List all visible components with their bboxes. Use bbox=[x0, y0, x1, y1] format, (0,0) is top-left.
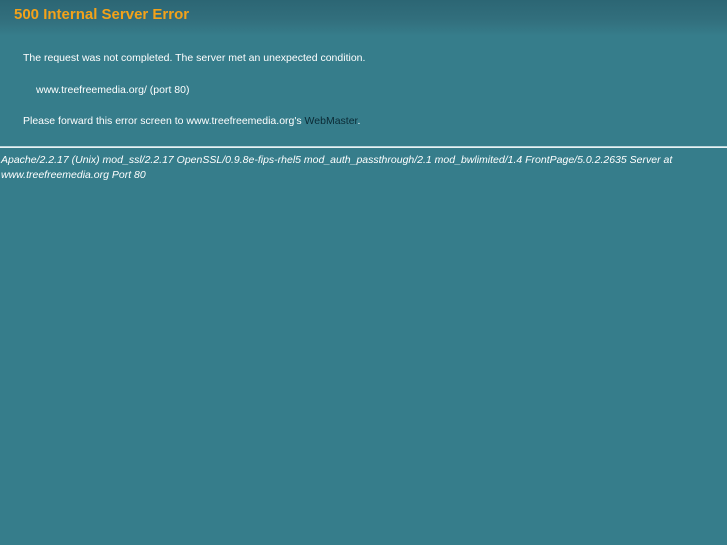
forward-instructions: Please forward this error screen to www.… bbox=[23, 115, 360, 127]
server-signature: Apache/2.2.17 (Unix) mod_ssl/2.2.17 Open… bbox=[1, 154, 673, 181]
forward-instructions-suffix: . bbox=[357, 115, 361, 127]
error-description: The request was not completed. The serve… bbox=[23, 52, 366, 64]
forward-instructions-prefix: Please forward this error screen to www.… bbox=[23, 115, 305, 127]
requested-url: www.treefreemedia.org/ (port 80) bbox=[36, 84, 190, 96]
error-header-bar: 500 Internal Server Error bbox=[0, 0, 727, 36]
horizontal-divider bbox=[0, 146, 727, 148]
webmaster-link[interactable]: WebMaster bbox=[305, 115, 358, 127]
page-title: 500 Internal Server Error bbox=[14, 6, 190, 23]
